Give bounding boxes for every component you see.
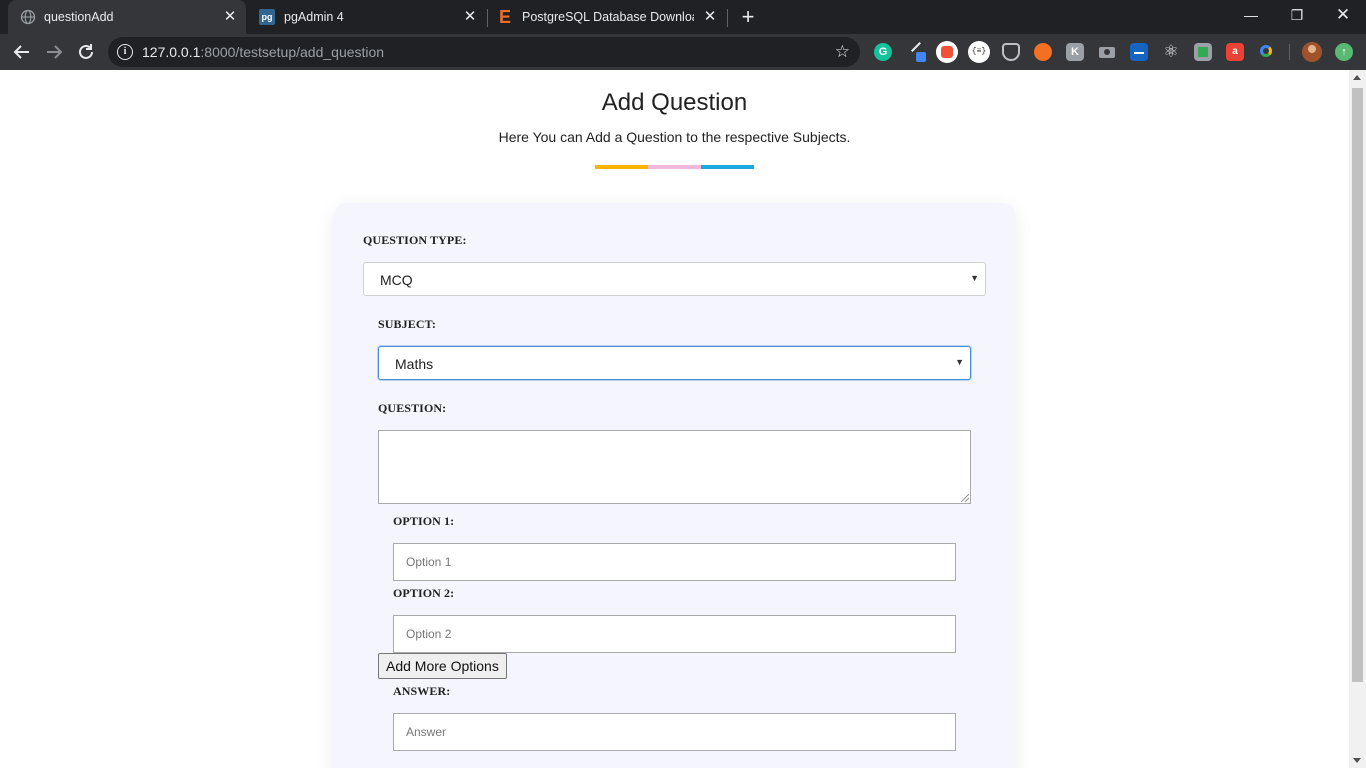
close-tab-icon[interactable]: ✕ — [462, 9, 478, 25]
page-viewport: Add Question Here You can Add a Question… — [0, 70, 1366, 768]
page-subtitle: Here You can Add a Question to the respe… — [498, 129, 851, 145]
tab-separator — [727, 9, 728, 27]
orange-extension-icon[interactable] — [1034, 43, 1052, 61]
tab-title: PostgreSQL Database Download — [522, 10, 694, 24]
close-tab-icon[interactable]: ✕ — [222, 9, 238, 25]
close-tab-icon[interactable]: ✕ — [702, 9, 718, 25]
avatar[interactable] — [1302, 42, 1322, 62]
site-info-icon[interactable]: i — [117, 44, 133, 60]
enterprisedb-icon: E — [499, 7, 512, 27]
option-2-label: OPTION 2: — [393, 586, 455, 600]
restore-icon[interactable]: ❐ — [1274, 0, 1320, 32]
minimize-icon[interactable]: — — [1228, 0, 1274, 32]
json-formatter-icon[interactable]: {≡} — [968, 41, 990, 63]
tab-question-add[interactable]: questionAdd ✕ — [8, 0, 246, 34]
accent-bar-pink — [648, 165, 701, 169]
question-label: QUESTION: — [378, 401, 447, 415]
red-extension-icon[interactable]: a — [1226, 43, 1244, 61]
tab-title: pgAdmin 4 — [284, 10, 344, 24]
dropdown-caret-icon: ▼ — [955, 357, 964, 367]
question-type-select[interactable]: MCQ ▼ — [363, 262, 986, 296]
pocket-icon[interactable] — [1002, 43, 1020, 61]
page-scrollbar[interactable] — [1349, 70, 1366, 768]
option-2-field[interactable] — [393, 615, 956, 653]
search-extension-icon[interactable] — [1258, 43, 1276, 61]
question-type-value: MCQ — [380, 272, 413, 288]
tab-title: questionAdd — [44, 10, 114, 24]
react-devtools-icon[interactable]: ⚛ — [1162, 43, 1180, 61]
answer-field[interactable] — [393, 713, 956, 751]
subject-label: SUBJECT: — [378, 317, 436, 331]
forward-arrow-icon[interactable] — [42, 40, 66, 64]
update-arrow-icon[interactable]: ↑ — [1335, 43, 1353, 61]
question-form-card: QUESTION TYPE: MCQ ▼ SUBJECT: Maths ▼ QU… — [333, 203, 1016, 768]
resize-grip-icon[interactable] — [961, 494, 969, 502]
accent-bar-yellow — [595, 165, 648, 169]
browser-tab-strip: questionAdd ✕ pg pgAdmin 4 ✕ E PostgreSQ… — [0, 0, 1366, 34]
add-more-options-button[interactable]: Add More Options — [378, 653, 507, 679]
scroll-down-arrow-icon[interactable] — [1353, 758, 1361, 763]
pgadmin-icon: pg — [259, 9, 275, 25]
subject-value: Maths — [395, 356, 434, 372]
inbox-extension-icon[interactable] — [1130, 43, 1148, 61]
sheets-extension-icon[interactable] — [1194, 43, 1212, 61]
url-host: 127.0.0.1 — [142, 44, 201, 60]
option-1-label: OPTION 1: — [393, 514, 455, 528]
scroll-up-arrow-icon[interactable] — [1353, 75, 1361, 80]
page-title: Add Question — [601, 89, 748, 116]
tab-pgadmin[interactable]: pg pgAdmin 4 ✕ — [250, 0, 486, 34]
k-extension-icon[interactable]: K — [1066, 43, 1084, 61]
answer-label: ANSWER: — [393, 684, 451, 698]
answer-input[interactable] — [394, 714, 955, 750]
grammarly-icon[interactable]: G — [874, 43, 892, 61]
question-type-label: QUESTION TYPE: — [363, 233, 467, 247]
globe-icon — [20, 9, 36, 25]
address-bar[interactable]: i 127.0.0.1:8000/testsetup/add_question … — [108, 37, 860, 67]
url-text: 127.0.0.1:8000/testsetup/add_question — [142, 44, 384, 60]
option-2-input[interactable] — [394, 616, 955, 652]
question-textarea[interactable] — [378, 430, 971, 504]
option-1-input[interactable] — [394, 544, 955, 580]
option-1-field[interactable] — [393, 543, 956, 581]
url-path: :8000/testsetup/add_question — [200, 44, 385, 60]
swift-icon[interactable] — [936, 41, 958, 63]
accent-bar-blue — [701, 165, 754, 169]
bookmark-star-icon[interactable]: ☆ — [835, 42, 850, 62]
browser-toolbar: i 127.0.0.1:8000/testsetup/add_question … — [0, 34, 1366, 70]
subject-select[interactable]: Maths ▼ — [378, 346, 971, 380]
toolbar-divider — [1289, 44, 1290, 60]
close-window-icon[interactable]: ✕ — [1320, 0, 1366, 32]
reload-icon[interactable] — [74, 40, 98, 64]
new-tab-plus-icon[interactable]: + — [737, 6, 759, 28]
dropdown-caret-icon: ▼ — [970, 273, 979, 283]
back-arrow-icon[interactable] — [10, 40, 34, 64]
scrollbar-thumb[interactable] — [1352, 88, 1363, 682]
camera-icon[interactable] — [1098, 43, 1116, 61]
pen-extension-icon[interactable] — [906, 42, 926, 62]
tab-postgresql-download[interactable]: E PostgreSQL Database Download ✕ — [490, 0, 726, 34]
tab-separator — [487, 9, 488, 27]
